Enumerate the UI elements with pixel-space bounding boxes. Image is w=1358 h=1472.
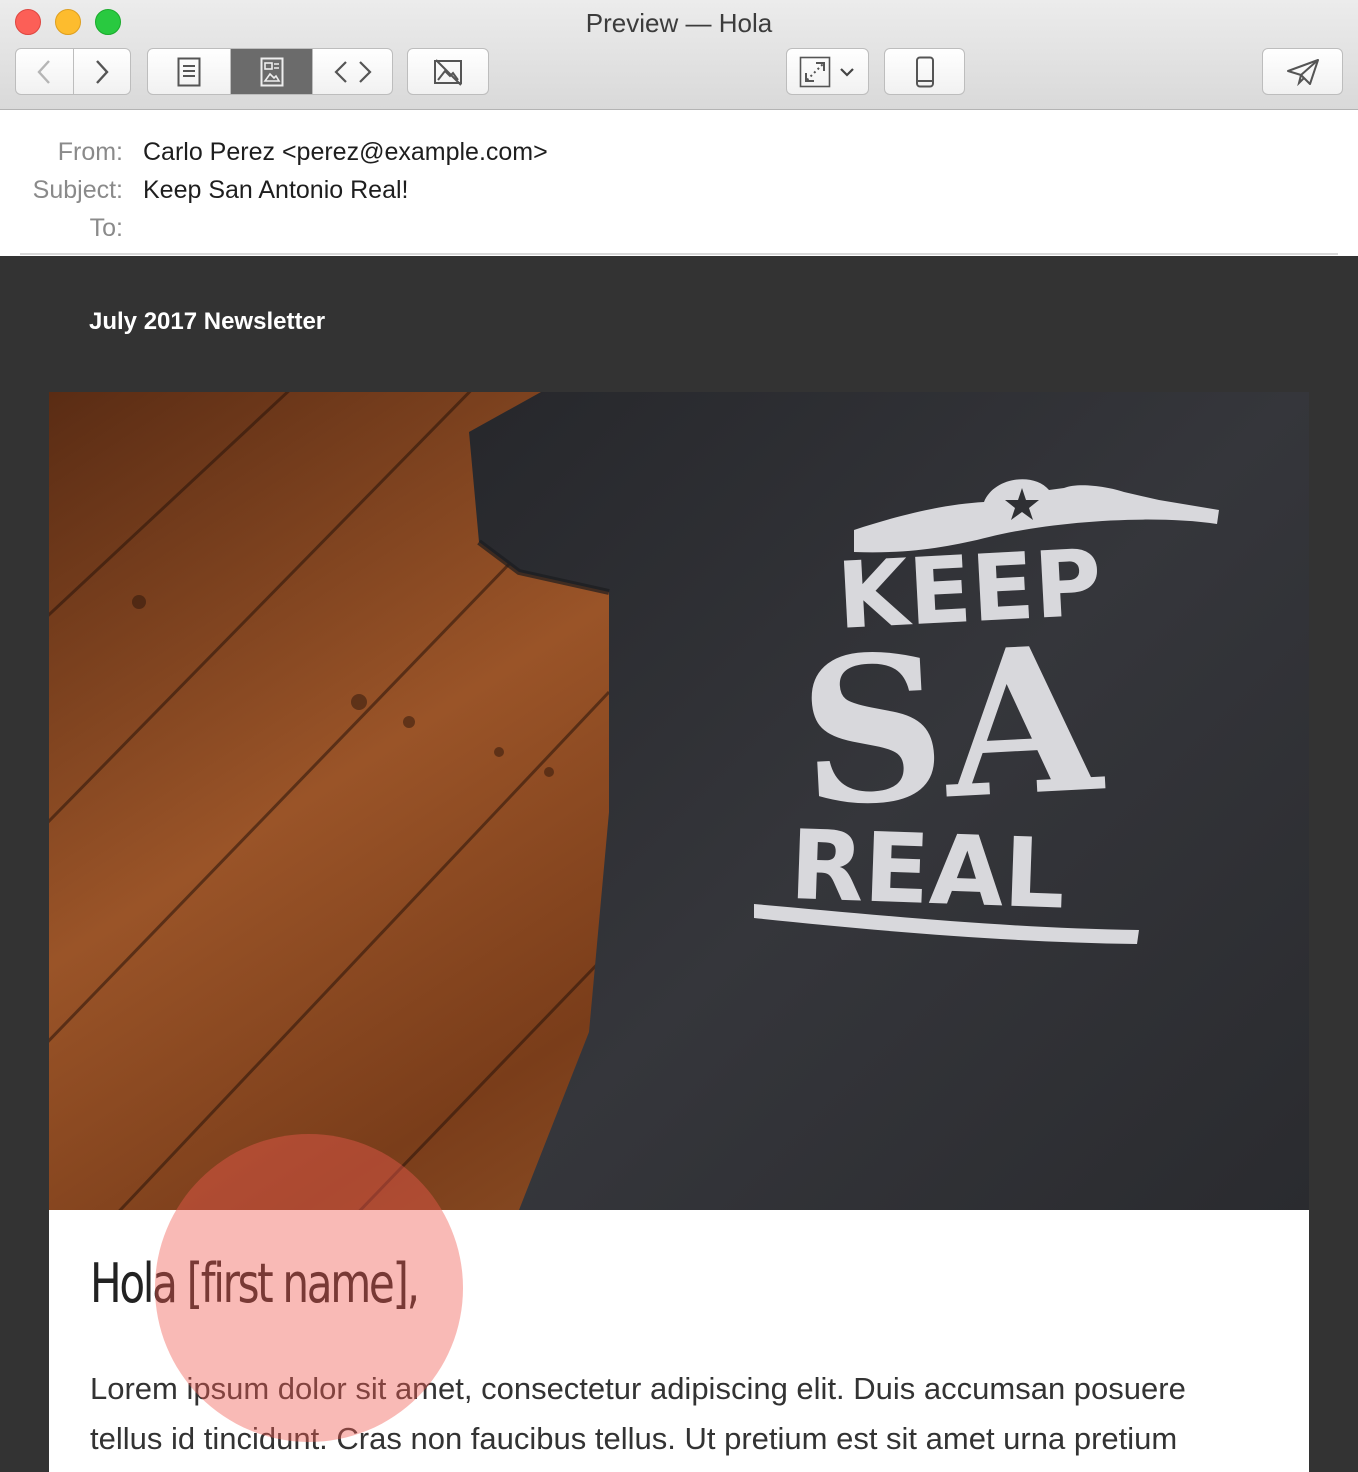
chevron-down-icon [840, 67, 854, 77]
subject-label: Subject: [32, 176, 123, 204]
to-label: To: [89, 214, 123, 242]
view-mode-switcher [147, 48, 393, 95]
smartphone-icon [915, 56, 934, 87]
toggle-images-button[interactable] [407, 48, 489, 95]
send-test-button[interactable] [1262, 48, 1343, 95]
expand-arrows-icon [799, 56, 831, 87]
plain-text-view-button[interactable] [148, 49, 230, 94]
source-view-button[interactable] [312, 49, 392, 94]
greeting-heading: Hola [first name], [90, 1252, 420, 1315]
subject-row: Subject: Keep San Antonio Real! [0, 176, 1358, 210]
tshirt-photo: KEEP SA REAL [49, 392, 1309, 1210]
back-button[interactable] [16, 49, 73, 94]
source-code-icon [333, 60, 372, 83]
header-divider [20, 253, 1338, 255]
body-paragraph: Lorem ipsum dolor sit amet, consectetur … [90, 1371, 1186, 1456]
from-label: From: [57, 138, 123, 166]
newsletter-issue-label: July 2017 Newsletter [89, 308, 326, 335]
message-header: From: Carlo Perez <perez@example.com> Su… [0, 110, 1358, 256]
window-toolbar: Preview — Hola [0, 0, 1358, 110]
window-title: Preview — Hola [585, 8, 773, 38]
rendered-view-icon [260, 57, 283, 86]
from-row: From: Carlo Perez <perez@example.com> [0, 138, 1358, 172]
rendered-view-button[interactable] [230, 49, 312, 94]
plain-text-icon [177, 57, 201, 86]
image-off-icon [434, 58, 462, 86]
subject-value: Keep San Antonio Real! [143, 176, 409, 204]
chevron-left-icon [37, 59, 51, 84]
hero-image: KEEP SA REAL [49, 392, 1309, 1210]
content-card: Hola [first name], Lorem ipsum dolor sit… [49, 1210, 1309, 1472]
from-value: Carlo Perez <perez@example.com> [143, 138, 548, 166]
history-navigation [15, 48, 131, 95]
email-preview-body: July 2017 Newsletter KEEP SA REAL Hola [… [0, 256, 1358, 1472]
to-row: To: [0, 214, 1358, 248]
chevron-right-icon [96, 59, 109, 84]
resize-dropdown[interactable] [786, 48, 869, 95]
forward-button[interactable] [72, 49, 130, 94]
device-preview-button[interactable] [884, 48, 965, 95]
paper-plane-icon [1286, 58, 1319, 86]
